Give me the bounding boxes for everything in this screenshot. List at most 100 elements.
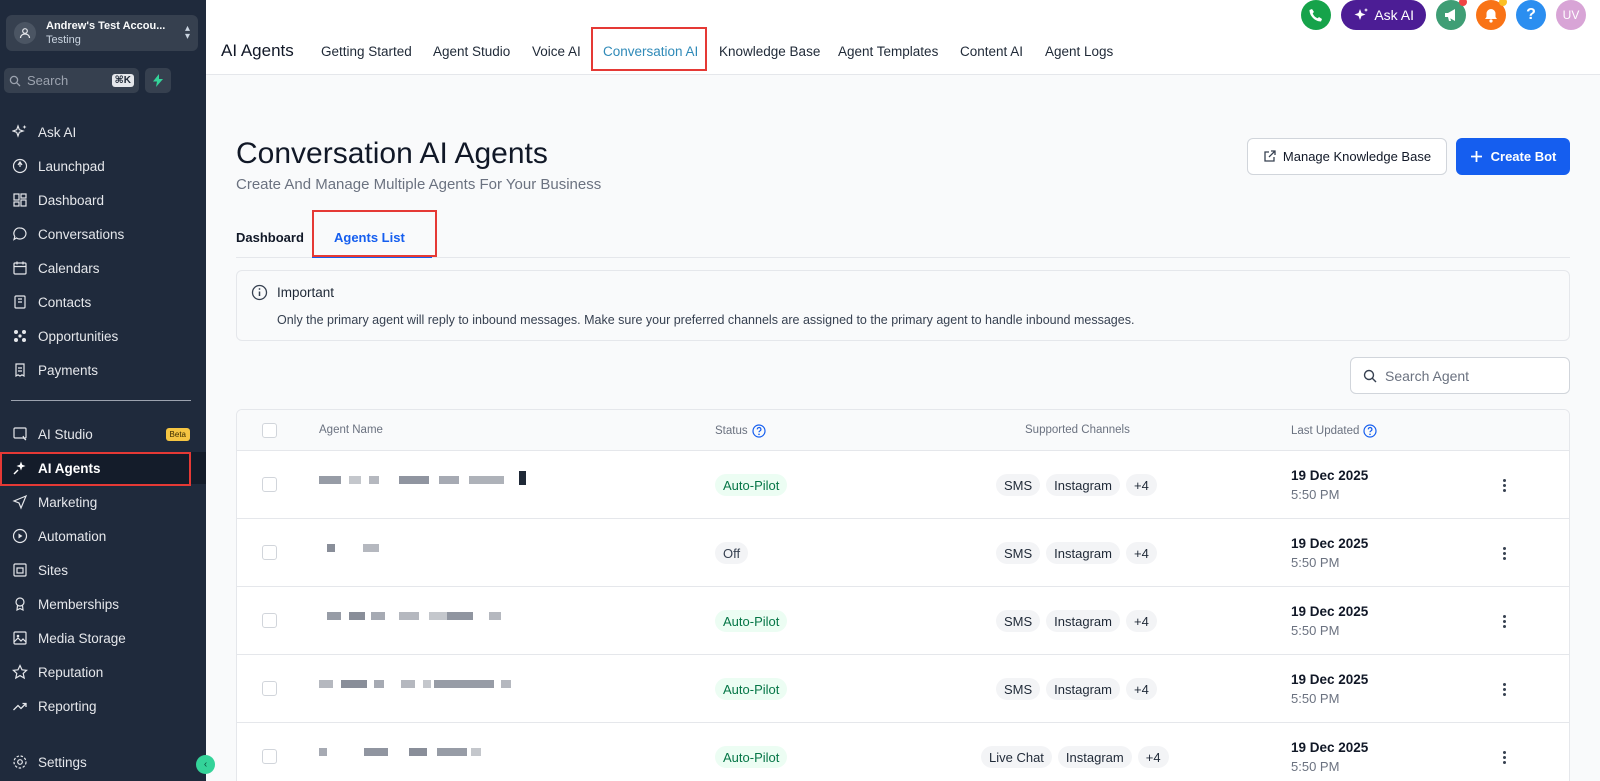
column-agent-name: Agent Name (319, 424, 383, 436)
sidebar-item-label: Memberships (38, 596, 120, 612)
announcements-button[interactable] (1436, 0, 1467, 30)
table-row[interactable]: Auto-Pilot SMS Instagram +4 19 Dec 2025 … (237, 451, 1569, 519)
info-icon (251, 284, 268, 301)
sidebar-item-launchpad[interactable]: Launchpad (0, 150, 206, 182)
more-channels-chip[interactable]: +4 (1125, 474, 1157, 496)
sidebar-collapse-button[interactable]: ‹ (196, 755, 215, 774)
sidebar-divider (11, 400, 191, 401)
sidebar-item-payments[interactable]: Payments (0, 354, 206, 386)
more-channels-chip[interactable]: +4 (1137, 746, 1169, 768)
sidebar-item-opportunities[interactable]: Opportunities (0, 320, 206, 352)
account-switcher[interactable]: Andrew's Test Accou... Testing ▴ ▾ (6, 15, 198, 51)
row-checkbox[interactable] (262, 613, 277, 628)
row-checkbox[interactable] (262, 545, 277, 560)
user-avatar[interactable]: UV (1556, 0, 1586, 30)
tab-agent-templates[interactable]: Agent Templates (838, 44, 938, 59)
sidebar-item-ai-studio[interactable]: AI Studio Beta (0, 418, 206, 450)
sidebar-item-media-storage[interactable]: Media Storage (0, 622, 206, 654)
rocket-icon (11, 157, 29, 175)
row-menu-icon[interactable] (1499, 747, 1509, 767)
sidebar-item-label: Conversations (38, 226, 125, 242)
tab-getting-started[interactable]: Getting Started (321, 44, 412, 59)
help-circle-icon[interactable] (1363, 424, 1378, 438)
channel-chip: SMS (996, 542, 1041, 564)
sidebar-item-settings[interactable]: Settings (0, 746, 206, 778)
row-menu-icon[interactable] (1499, 475, 1509, 495)
column-last-updated: Last Updated (1291, 424, 1378, 438)
last-updated-time: 5:50 PM (1291, 759, 1340, 774)
tab-voice-ai[interactable]: Voice AI (532, 44, 581, 59)
sidebar-item-memberships[interactable]: Memberships (0, 588, 206, 620)
search-agent-placeholder: Search Agent (1385, 367, 1470, 384)
tab-knowledge-base[interactable]: Knowledge Base (719, 44, 820, 59)
sidebar-item-label: Launchpad (38, 158, 105, 174)
gear-icon (11, 753, 29, 771)
sidebar-item-reputation[interactable]: Reputation (0, 656, 206, 688)
row-menu-icon[interactable] (1499, 611, 1509, 631)
sidebar-item-contacts[interactable]: Contacts (0, 286, 206, 318)
more-channels-chip[interactable]: +4 (1125, 678, 1157, 700)
account-name: Andrew's Test Accou... (46, 20, 166, 32)
ask-ai-button[interactable]: Ask AI (1341, 0, 1426, 30)
channel-chip: Instagram (1057, 746, 1132, 768)
trend-up-icon (11, 697, 29, 715)
column-label: Supported Channels (1025, 424, 1130, 436)
manage-knowledge-base-button[interactable]: Manage Knowledge Base (1247, 138, 1447, 175)
tab-content-ai[interactable]: Content AI (960, 44, 1023, 59)
manage-knowledge-base-label: Manage Knowledge Base (1282, 149, 1432, 164)
table-row[interactable]: Auto-Pilot SMS Instagram +4 19 Dec 2025 … (237, 587, 1569, 655)
sidebar-item-calendars[interactable]: Calendars (0, 252, 206, 284)
tab-agents-list[interactable]: Agents List (334, 230, 405, 245)
row-checkbox[interactable] (262, 749, 277, 764)
tab-conversation-ai[interactable]: Conversation AI (603, 44, 698, 59)
sidebar-item-ai-agents[interactable]: AI Agents (0, 452, 206, 484)
more-channels-chip[interactable]: +4 (1125, 610, 1157, 632)
more-channels-chip[interactable]: +4 (1125, 542, 1157, 564)
avatar-initials: UV (1562, 8, 1580, 22)
redacted-agent-name (319, 745, 529, 759)
ask-ai-label: Ask AI (1374, 7, 1414, 23)
sidebar-item-label: Ask AI (38, 124, 77, 140)
table-row[interactable]: Auto-Pilot Live Chat Instagram +4 19 Dec… (237, 723, 1569, 781)
help-circle-icon[interactable] (752, 424, 766, 438)
sidebar-item-automation[interactable]: Automation (0, 520, 206, 552)
sidebar-item-reporting[interactable]: Reporting (0, 690, 206, 722)
sidebar-item-ask-ai[interactable]: Ask AI (0, 116, 206, 148)
select-all-checkbox[interactable] (262, 423, 277, 438)
ai-agents-icon (11, 459, 29, 477)
sidebar-item-label: Payments (38, 362, 99, 378)
tab-agent-logs[interactable]: Agent Logs (1045, 44, 1113, 59)
help-button[interactable]: ? (1516, 0, 1546, 30)
sidebar-item-marketing[interactable]: Marketing (0, 486, 206, 518)
sidebar-item-sites[interactable]: Sites (0, 554, 206, 586)
row-checkbox[interactable] (262, 681, 277, 696)
last-updated-time: 5:50 PM (1291, 487, 1340, 502)
row-checkbox[interactable] (262, 477, 277, 492)
last-updated-date: 19 Dec 2025 (1291, 740, 1369, 755)
sparkle-icon (11, 123, 29, 141)
sidebar-item-label: Calendars (38, 260, 100, 276)
beta-badge: Beta (165, 427, 190, 441)
phone-button[interactable] (1301, 0, 1332, 30)
active-tab-indicator (312, 256, 432, 258)
sidebar-search-placeholder: Search (27, 73, 69, 88)
supported-channels: SMS Instagram +4 (996, 678, 1157, 700)
quick-action-button[interactable] (145, 68, 171, 93)
table-row[interactable]: Off SMS Instagram +4 19 Dec 2025 5:50 PM (237, 519, 1569, 587)
search-agent-input[interactable]: Search Agent (1350, 357, 1570, 394)
channel-chip: SMS (996, 678, 1041, 700)
chevron-left-icon: ‹ (203, 759, 208, 770)
sidebar-item-conversations[interactable]: Conversations (0, 218, 206, 250)
last-updated-date: 19 Dec 2025 (1291, 672, 1369, 687)
create-bot-button[interactable]: Create Bot (1456, 138, 1570, 175)
sidebar-item-dashboard[interactable]: Dashboard (0, 184, 206, 216)
column-supported-channels: Supported Channels (1025, 424, 1130, 436)
notifications-button[interactable] (1476, 0, 1507, 30)
tab-dashboard[interactable]: Dashboard (236, 230, 304, 245)
row-menu-icon[interactable] (1499, 679, 1509, 699)
sidebar-search-input[interactable]: Search ⌘K (4, 68, 139, 93)
tab-agent-studio[interactable]: Agent Studio (433, 44, 510, 59)
row-menu-icon[interactable] (1499, 543, 1509, 563)
table-row[interactable]: Auto-Pilot SMS Instagram +4 19 Dec 2025 … (237, 655, 1569, 723)
lightning-icon (153, 74, 163, 87)
